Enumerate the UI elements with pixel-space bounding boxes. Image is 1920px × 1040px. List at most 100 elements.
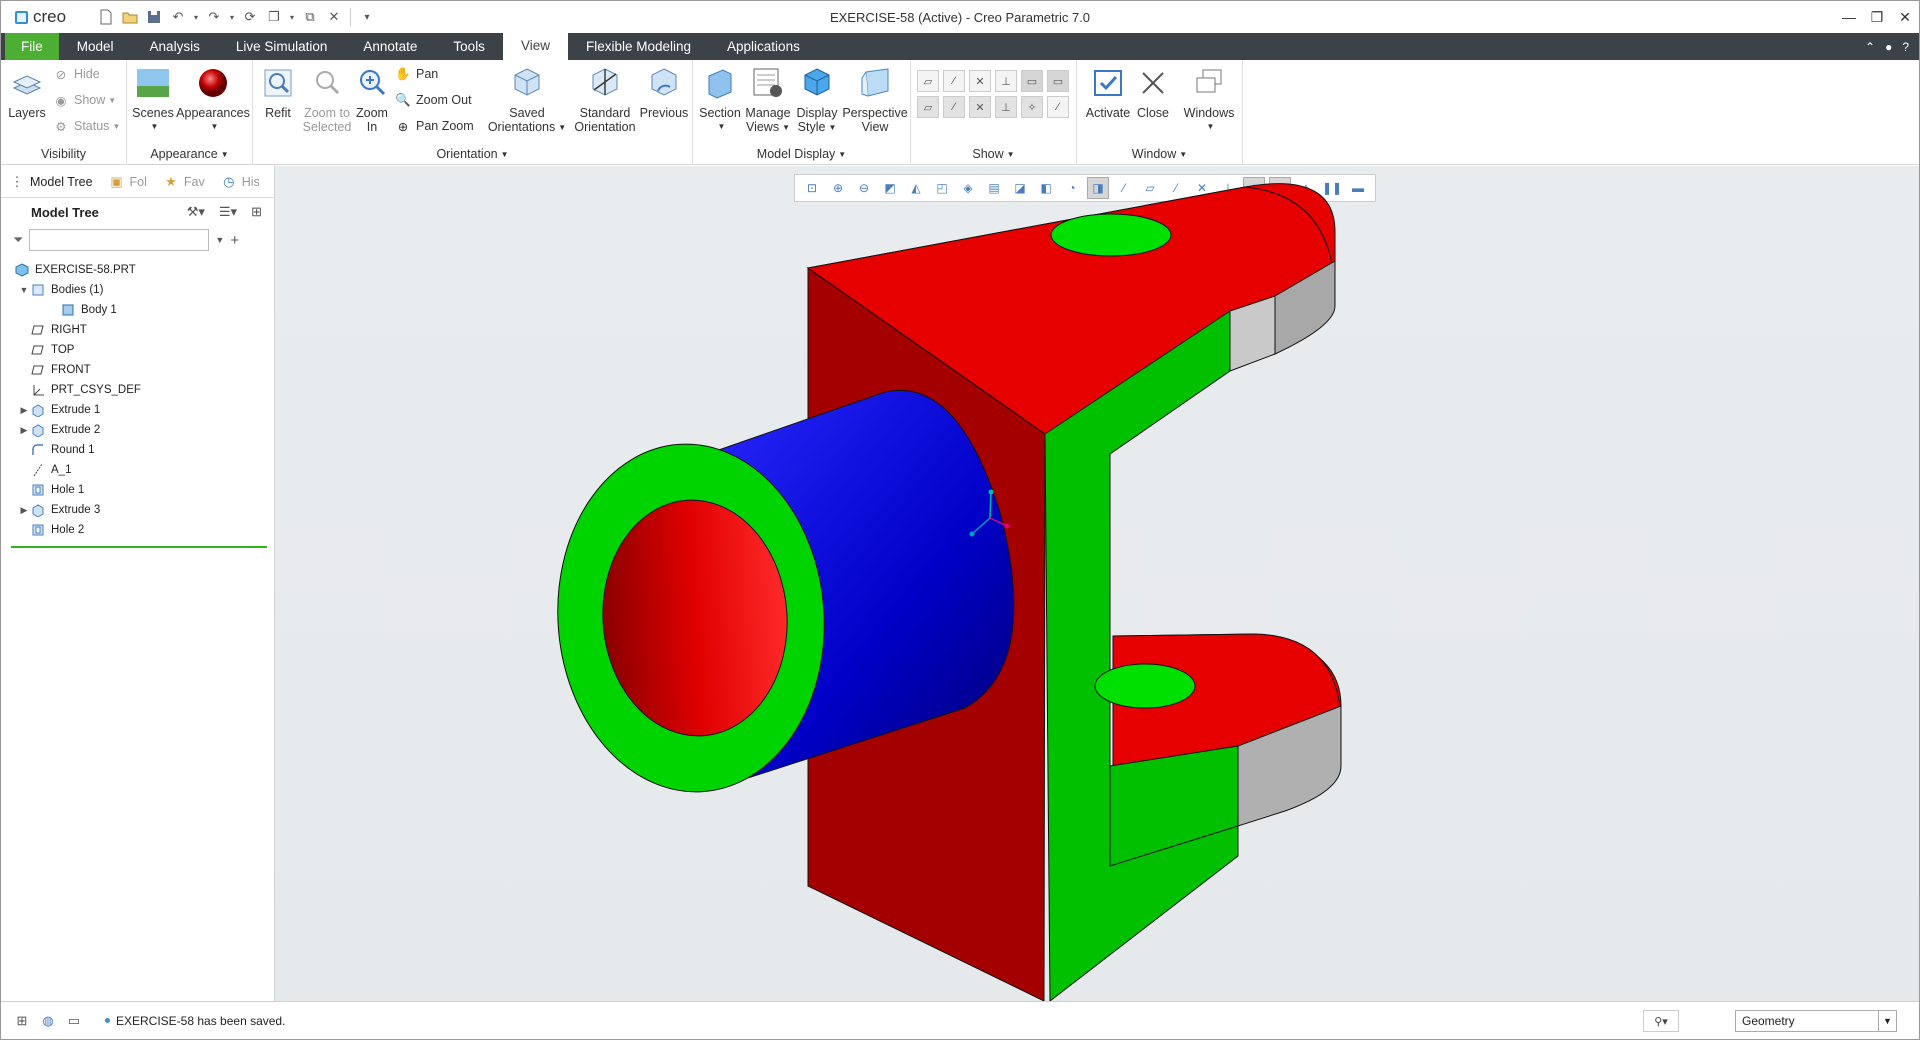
- redo-dropdown-icon[interactable]: ▾: [227, 6, 237, 28]
- tab-annotate[interactable]: Annotate: [345, 33, 435, 60]
- tab-model-tree[interactable]: ⋮ Model Tree: [1, 166, 101, 198]
- windows-icon[interactable]: ❐: [263, 6, 285, 28]
- window-close-icon[interactable]: ✕: [1891, 1, 1919, 33]
- tree-node[interactable]: ▶ Extrude 3: [1, 500, 274, 520]
- pan-zoom-button[interactable]: ⊕ Pan Zoom: [395, 116, 474, 136]
- axis-display-icon[interactable]: ⁄: [943, 70, 965, 92]
- activate-button[interactable]: Activate: [1083, 64, 1133, 120]
- tree-node[interactable]: Hole 1: [1, 480, 274, 500]
- tree-filter-icon[interactable]: ⊞: [251, 204, 262, 220]
- annotation-icon[interactable]: ∕: [1047, 96, 1069, 118]
- appearances-button[interactable]: Appearances ▼: [176, 64, 250, 134]
- expand-toggle-icon[interactable]: ▼: [17, 285, 31, 295]
- scenes-button[interactable]: Scenes ▼: [131, 64, 175, 134]
- selection-filter-select[interactable]: Geometry ▼: [1735, 1010, 1897, 1032]
- saved-orientations-button[interactable]: Saved Orientations ▼: [485, 64, 569, 135]
- tab-flexible-modeling[interactable]: Flexible Modeling: [568, 33, 709, 60]
- manage-views-button[interactable]: Manage Views ▼: [743, 64, 793, 135]
- expand-toggle-icon[interactable]: ▶: [17, 405, 31, 416]
- open-folder-icon[interactable]: [119, 6, 141, 28]
- undo-icon[interactable]: ↶: [167, 6, 189, 28]
- tree-node[interactable]: A_1: [1, 460, 274, 480]
- tree-node[interactable]: FRONT: [1, 360, 274, 380]
- point-tag-display-icon[interactable]: ✕: [969, 96, 991, 118]
- search-dropdown-icon[interactable]: ▼: [215, 235, 224, 245]
- plane-tag-icon[interactable]: ▭: [1021, 70, 1043, 92]
- close-icon[interactable]: ✕: [323, 6, 345, 28]
- annotation-display-icon[interactable]: ▱: [917, 96, 939, 118]
- tab-analysis[interactable]: Analysis: [132, 33, 218, 60]
- full-screen-icon[interactable]: ▭: [63, 1010, 85, 1032]
- graphics-window[interactable]: ⊡ ⊕ ⊖ ◩ ◭ ◰ ◈ ▤ ◪ ◧ ◔ ◨ ⁄ ▱ ⁄ ✕ ⊥ ✧ ✂ △ …: [275, 166, 1919, 1001]
- zoom-to-selected-label-1: Zoom to: [304, 106, 350, 120]
- plane-display-icon[interactable]: ▱: [917, 70, 939, 92]
- chevron-down-icon[interactable]: ▼: [1878, 1011, 1896, 1031]
- find-icon[interactable]: ⚲▾: [1643, 1010, 1679, 1032]
- undo-dropdown-icon[interactable]: ▾: [191, 6, 201, 28]
- csys-display-icon[interactable]: ⊥: [995, 70, 1017, 92]
- close-window-icon[interactable]: ⧉: [299, 6, 321, 28]
- zoom-in-button[interactable]: Zoom In: [351, 64, 393, 134]
- customize-toolbar-icon[interactable]: ▾: [356, 6, 378, 28]
- status-button[interactable]: ⚙ Status ▼: [53, 116, 120, 136]
- user-icon[interactable]: ●: [1885, 40, 1892, 54]
- show-navigator-icon[interactable]: ⊞: [11, 1010, 33, 1032]
- save-icon[interactable]: [143, 6, 165, 28]
- new-file-icon[interactable]: [95, 6, 117, 28]
- tree-node[interactable]: Round 1: [1, 440, 274, 460]
- tab-view[interactable]: View: [502, 31, 568, 60]
- tab-applications[interactable]: Applications: [709, 33, 818, 60]
- expand-toggle-icon[interactable]: ▶: [17, 505, 31, 516]
- tree-node[interactable]: PRT_CSYS_DEF: [1, 380, 274, 400]
- csys-tag-icon[interactable]: ⊥: [995, 96, 1017, 118]
- previous-button[interactable]: Previous: [637, 64, 691, 120]
- tree-node[interactable]: EXERCISE-58.PRT: [1, 260, 274, 280]
- refit-button[interactable]: Refit: [259, 64, 297, 120]
- zoom-to-selected-button[interactable]: Zoom to Selected: [299, 64, 355, 134]
- insert-here-indicator[interactable]: [11, 546, 267, 548]
- tab-live-simulation[interactable]: Live Simulation: [218, 33, 346, 60]
- windows-button[interactable]: Windows ▼: [1181, 64, 1237, 134]
- minimize-icon[interactable]: —: [1835, 1, 1863, 33]
- zoom-out-button[interactable]: 🔍 Zoom Out: [395, 90, 471, 110]
- regenerate-icon[interactable]: ⟳: [239, 6, 261, 28]
- section-button[interactable]: Section ▼: [697, 64, 743, 134]
- tree-node[interactable]: Hole 2: [1, 520, 274, 540]
- help-icon[interactable]: ?: [1902, 40, 1909, 54]
- tree-node[interactable]: ▶ Extrude 2: [1, 420, 274, 440]
- layers-button[interactable]: Layers: [7, 64, 47, 120]
- collapse-ribbon-icon[interactable]: ⌃: [1865, 40, 1875, 54]
- tree-node[interactable]: ▼ Bodies (1): [1, 280, 274, 300]
- close-button[interactable]: Close: [1133, 64, 1173, 120]
- tree-node[interactable]: RIGHT: [1, 320, 274, 340]
- axis-tag-icon[interactable]: ⁄: [943, 96, 965, 118]
- pan-button[interactable]: ✋ Pan: [395, 64, 438, 84]
- windows-dropdown-icon[interactable]: ▾: [287, 6, 297, 28]
- filter-funnel-icon[interactable]: ⏷: [13, 232, 23, 248]
- tree-search-input[interactable]: [29, 229, 210, 251]
- tab-file[interactable]: File: [5, 33, 59, 60]
- tree-node[interactable]: TOP: [1, 340, 274, 360]
- hide-button[interactable]: ⊘ Hide: [53, 64, 100, 84]
- spin-center-icon[interactable]: ✧: [1021, 96, 1043, 118]
- point-display-icon[interactable]: ✕: [969, 70, 991, 92]
- tab-favorites[interactable]: ★ Fav: [155, 166, 213, 198]
- perspective-view-button[interactable]: Perspective View: [841, 64, 909, 134]
- tree-node[interactable]: ▶ Extrude 1: [1, 400, 274, 420]
- tab-tools[interactable]: Tools: [435, 33, 503, 60]
- add-filter-icon[interactable]: +: [230, 232, 239, 249]
- expand-toggle-icon[interactable]: ▶: [17, 425, 31, 436]
- point-tag-icon[interactable]: ▭: [1047, 70, 1069, 92]
- tree-node[interactable]: Body 1: [1, 300, 274, 320]
- display-style-button[interactable]: Display Style ▼: [793, 64, 841, 135]
- show-button[interactable]: ◉ Show ▼: [53, 90, 117, 110]
- redo-icon[interactable]: ↷: [203, 6, 225, 28]
- tab-history[interactable]: ◷ His: [213, 166, 268, 198]
- tab-folder-browser[interactable]: ▣ Fol: [101, 166, 155, 198]
- standard-orientation-button[interactable]: Standard Orientation: [569, 64, 641, 134]
- maximize-icon[interactable]: ❐: [1863, 1, 1891, 33]
- tree-columns-icon[interactable]: ☰▾: [219, 204, 237, 220]
- browser-icon[interactable]: ◍: [37, 1010, 59, 1032]
- tree-settings-icon[interactable]: ⚒▾: [187, 204, 205, 220]
- tab-model[interactable]: Model: [59, 33, 132, 60]
